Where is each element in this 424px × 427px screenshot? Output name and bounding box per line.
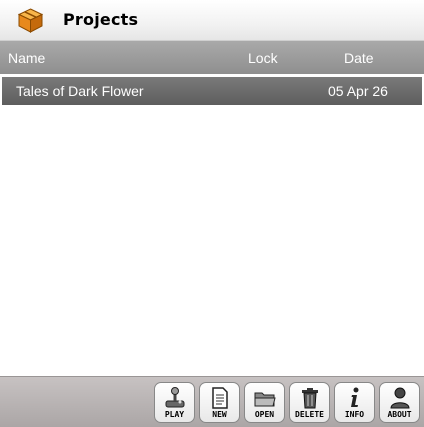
new-label: NEW — [212, 410, 227, 419]
column-header-lock[interactable]: Lock — [248, 50, 278, 66]
box-icon — [18, 8, 43, 33]
new-button[interactable]: NEW — [199, 382, 240, 423]
column-header-name[interactable]: Name — [8, 50, 45, 66]
delete-button[interactable]: DELETE — [289, 382, 330, 423]
play-label: PLAY — [164, 410, 185, 419]
document-icon — [212, 387, 228, 409]
info-label: INFO — [344, 410, 365, 419]
table-row[interactable]: Tales of Dark Flower 05 Apr 26 — [2, 77, 422, 105]
play-button[interactable]: PLAY — [154, 382, 195, 423]
trash-icon — [302, 388, 318, 409]
delete-label: DELETE — [295, 410, 324, 419]
open-label: OPEN — [254, 410, 275, 419]
open-button[interactable]: OPEN — [244, 382, 285, 423]
title-bar: Projects — [0, 0, 424, 41]
person-icon — [390, 387, 410, 409]
project-name: Tales of Dark Flower — [16, 83, 144, 99]
table-header: Name Lock Date — [0, 41, 424, 74]
about-label: ABOUT — [387, 410, 412, 419]
info-button[interactable]: INFO — [334, 382, 375, 423]
folder-icon — [254, 392, 276, 407]
info-icon — [351, 387, 359, 407]
page-title: Projects — [63, 10, 139, 29]
project-date: 05 Apr 26 — [328, 83, 388, 99]
about-button[interactable]: ABOUT — [379, 382, 420, 423]
column-header-date[interactable]: Date — [344, 50, 374, 66]
joystick-icon — [165, 387, 185, 408]
